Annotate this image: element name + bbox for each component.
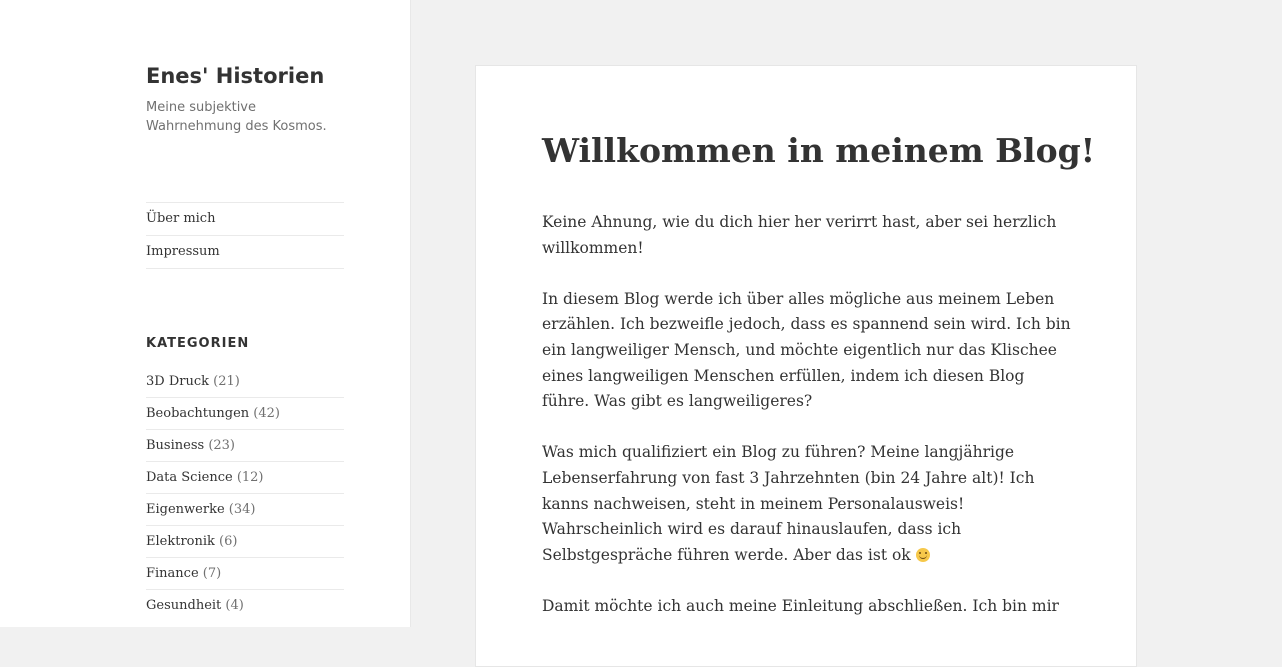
category-item: Business (23) xyxy=(146,429,344,461)
category-link-beobachtungen[interactable]: Beobachtungen xyxy=(146,406,249,421)
category-count: (7) xyxy=(202,566,222,581)
category-count: (23) xyxy=(208,438,235,453)
category-count: (4) xyxy=(225,598,244,613)
category-count: (6) xyxy=(219,534,238,549)
nav-link-ueber-mich[interactable]: Über mich xyxy=(146,211,215,226)
post-paragraph-text: Was mich qualifiziert ein Blog zu führen… xyxy=(542,443,1035,564)
nav-item-impressum: Impressum xyxy=(146,236,344,269)
nav-link-impressum[interactable]: Impressum xyxy=(146,244,220,259)
category-link-eigenwerke[interactable]: Eigenwerke xyxy=(146,502,225,517)
category-count: (21) xyxy=(213,374,240,389)
nav-item-ueber-mich: Über mich xyxy=(146,203,344,236)
category-item: Data Science (12) xyxy=(146,461,344,493)
category-count: (12) xyxy=(236,470,264,485)
category-count: (42) xyxy=(253,406,280,421)
category-item: 3D Druck (21) xyxy=(146,366,344,397)
categories-heading: KATEGORIEN xyxy=(146,336,250,351)
category-link-elektronik[interactable]: Elektronik xyxy=(146,534,215,549)
post-paragraph: Was mich qualifiziert ein Blog zu führen… xyxy=(542,440,1072,568)
slightly-smiling-face-icon xyxy=(915,547,930,562)
sidebar: Enes' Historien Meine subjektive Wahrneh… xyxy=(0,0,411,627)
main-navigation: Über mich Impressum xyxy=(146,202,344,269)
site-description: Meine subjektive Wahrnehmung des Kosmos. xyxy=(146,100,327,134)
category-item: Finance (7) xyxy=(146,557,344,589)
category-link-3d-druck[interactable]: 3D Druck xyxy=(146,374,209,389)
post-title: Willkommen in meinem Blog! xyxy=(542,131,1096,170)
category-link-business[interactable]: Business xyxy=(146,438,204,453)
post-paragraph: In diesem Blog werde ich über alles mögl… xyxy=(542,289,1071,411)
category-item: Eigenwerke (34) xyxy=(146,493,344,525)
category-link-finance[interactable]: Finance xyxy=(146,566,199,581)
category-link-gesundheit[interactable]: Gesundheit xyxy=(146,598,221,613)
post-paragraph: Damit möchte ich auch meine Einleitung a… xyxy=(542,596,1059,615)
category-link-data-science[interactable]: Data Science xyxy=(146,470,233,485)
categories-list: 3D Druck (21) Beobachtungen (42) Busines… xyxy=(146,366,344,621)
category-item: Gesundheit (4) xyxy=(146,589,344,621)
site-title[interactable]: Enes' Historien xyxy=(146,64,324,88)
blog-post: Willkommen in meinem Blog! Keine Ahnung,… xyxy=(475,65,1137,667)
post-content: Keine Ahnung, wie du dich hier her verir… xyxy=(542,210,1072,645)
category-count: (34) xyxy=(228,502,256,517)
category-item: Elektronik (6) xyxy=(146,525,344,557)
post-paragraph: Keine Ahnung, wie du dich hier her verir… xyxy=(542,213,1057,257)
category-item: Beobachtungen (42) xyxy=(146,397,344,429)
